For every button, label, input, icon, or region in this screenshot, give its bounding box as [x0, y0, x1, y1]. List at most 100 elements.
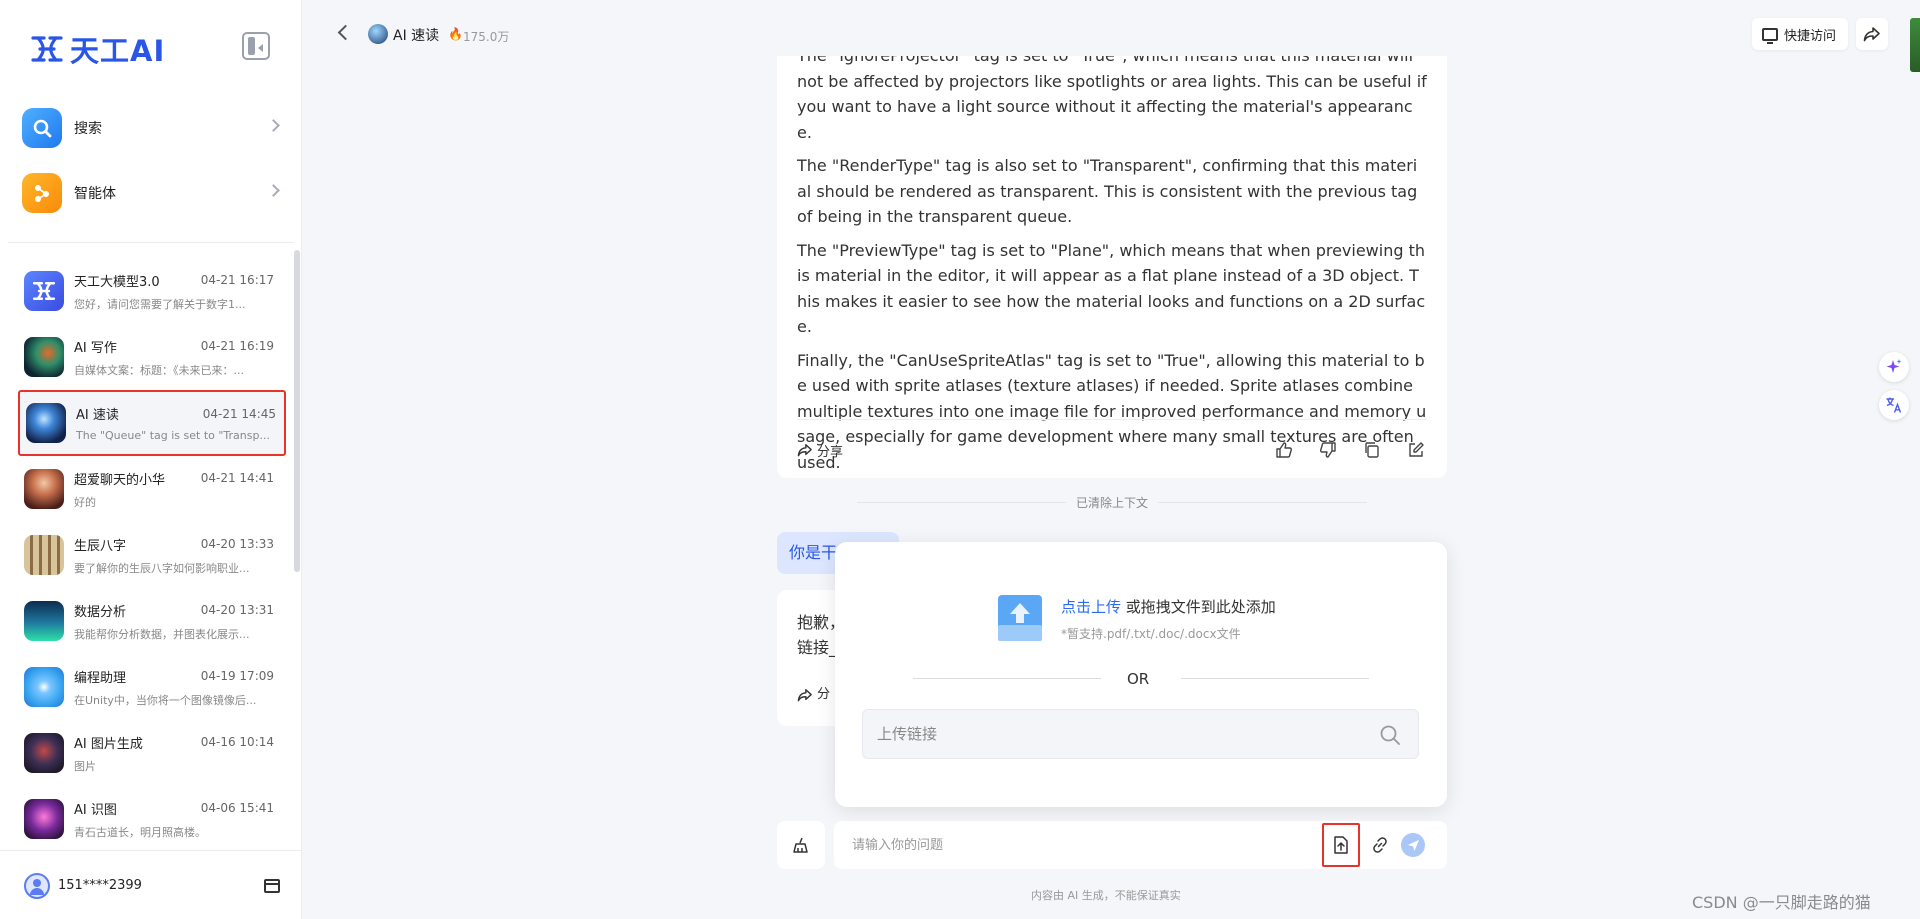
chat-time: 04-21 14:45: [202, 406, 276, 421]
message-text: The "IgnoreProjector" tag is set to "Tru…: [797, 56, 1427, 475]
or-label: OR: [1127, 670, 1150, 688]
chat-preview: 我能帮你分析数据，并图表化展示...: [74, 627, 250, 641]
send-button[interactable]: [1401, 833, 1425, 857]
nav-item-search[interactable]: 搜索: [22, 106, 280, 150]
csdn-watermark: CSDN @一只脚走路的猫: [1692, 893, 1871, 912]
question-input[interactable]: [852, 833, 1292, 857]
chat-preview: 您好，请问您需要了解关于数字1...: [74, 297, 246, 311]
message-paragraph: The "PreviewType" tag is set to "Plane",…: [797, 240, 1426, 337]
monitor-icon: [1762, 27, 1778, 44]
thumbs-down-icon[interactable]: [1317, 439, 1339, 461]
share-message-button[interactable]: 分享: [797, 441, 843, 460]
chat-time: 04-21 14:41: [200, 471, 274, 485]
assistant-message-card: The "IgnoreProjector" tag is set to "Tru…: [777, 56, 1447, 478]
collapse-sidebar-icon[interactable]: [242, 32, 270, 60]
chat-name: AI 写作: [74, 340, 117, 356]
translate-icon[interactable]: [1879, 390, 1909, 420]
search-icon[interactable]: [1379, 724, 1401, 746]
chat-time: 04-21 16:17: [200, 273, 274, 287]
chat-preview: 图片: [74, 759, 96, 773]
chat-preview: The "Queue" tag is set to "Transp...: [76, 429, 270, 442]
chat-preview: 要了解你的生辰八字如何影响职业...: [74, 561, 250, 575]
chat-avatar: [24, 667, 64, 707]
chat-name: AI 图片生成: [74, 736, 143, 752]
sidebar-scrollbar[interactable]: [294, 250, 300, 572]
link-button[interactable]: [1368, 833, 1392, 857]
chat-name: 超爱聊天的小华: [74, 472, 166, 488]
edge-widget: [1910, 18, 1920, 72]
chat-item-tiangong[interactable]: 天工大模型3.0 04-21 16:17 您好，请问您需要了解关于数字1...: [18, 258, 286, 324]
chat-avatar: [24, 469, 64, 509]
nav-item-agent[interactable]: 智能体: [22, 171, 280, 215]
user-bar: 151****2399: [0, 850, 302, 919]
click-upload-link[interactable]: 点击上传: [1061, 598, 1121, 616]
search-icon: [22, 108, 62, 148]
upload-url-input[interactable]: [862, 709, 1419, 759]
upload-file-button[interactable]: [1322, 823, 1360, 867]
upload-popup: 点击上传 或拖拽文件到此处添加 *暂支持.pdf/.txt/.doc/.docx…: [835, 542, 1447, 807]
page-title: AI 速读: [393, 28, 440, 44]
share-label: 分: [817, 687, 831, 702]
copy-icon[interactable]: [1361, 439, 1383, 461]
chevron-right-icon: [267, 184, 280, 197]
window-icon[interactable]: [264, 879, 280, 893]
user-message-text: 你是干: [789, 543, 838, 562]
file-upload-icon: [1334, 836, 1348, 854]
chat-avatar: [24, 733, 64, 773]
chat-item-coding[interactable]: 编程助理 04-19 17:09 在Unity中，当你将一个图像镜像后...: [18, 654, 286, 720]
chat-time: 04-19 17:09: [200, 669, 274, 683]
chat-name: AI 速读: [76, 408, 119, 423]
message-paragraph: The "RenderType" tag is also set to "Tra…: [797, 156, 1418, 226]
logo[interactable]: 天工AI: [30, 28, 165, 70]
share-icon: [797, 444, 812, 457]
chat-preview: 在Unity中，当你将一个图像镜像后...: [74, 693, 257, 707]
tiangong-logo-icon: [31, 36, 63, 62]
chat-item-bazi[interactable]: 生辰八字 04-20 13:33 要了解你的生辰八字如何影响职业...: [18, 522, 286, 588]
chat-time: 04-20 13:31: [200, 603, 274, 617]
link-icon: [1373, 837, 1387, 853]
thumbs-up-icon[interactable]: [1273, 439, 1295, 461]
share-icon: [797, 688, 812, 701]
quick-access-label: 快捷访问: [1784, 28, 1837, 44]
chat-item-ai-writing[interactable]: AI 写作 04-21 16:19 自媒体文案：标题：《未来已来：...: [18, 324, 286, 390]
chat-avatar: [24, 601, 64, 641]
chat-item-image-recognition[interactable]: AI 识图 04-06 15:41 青石古道长，明月照高楼。: [18, 786, 286, 852]
reply-share-button[interactable]: 分: [797, 682, 830, 707]
chat-name: 天工大模型3.0: [74, 274, 160, 290]
chat-item-ai-speed-read[interactable]: AI 速读 04-21 14:45 The "Queue" tag is set …: [18, 390, 286, 456]
chat-item-data-analysis[interactable]: 数据分析 04-20 13:31 我能帮你分析数据，并图表化展示...: [18, 588, 286, 654]
share-label: 分享: [817, 444, 844, 460]
upload-drag-text: 或拖拽文件到此处添加: [1121, 598, 1276, 616]
chat-preview: 自媒体文案：标题：《未来已来：...: [74, 363, 244, 377]
chat-item-xiaohua[interactable]: 超爱聊天的小华 04-21 14:41 好的: [18, 456, 286, 522]
or-divider-right: [1181, 678, 1369, 679]
sidebar-divider: [8, 242, 294, 243]
back-arrow-icon[interactable]: [337, 24, 354, 41]
chat-time: 04-20 13:33: [200, 537, 274, 551]
quick-access-button[interactable]: 快捷访问: [1752, 18, 1848, 50]
sparkle-icon[interactable]: [1879, 352, 1909, 382]
chat-time: 04-06 15:41: [200, 801, 274, 815]
chat-name: 生辰八字: [74, 538, 127, 554]
share-button[interactable]: [1856, 18, 1888, 50]
user-avatar-icon[interactable]: [24, 873, 50, 899]
card-divider: [797, 419, 1427, 420]
broom-icon: [793, 837, 808, 853]
message-actions: 分享: [797, 434, 1427, 466]
upload-file-icon[interactable]: [998, 595, 1042, 641]
chat-item-image-gen[interactable]: AI 图片生成 04-16 10:14 图片: [18, 720, 286, 786]
chat-avatar: [26, 403, 66, 443]
context-cleared-label: 已清除上下文: [1066, 494, 1159, 511]
or-divider-left: [913, 678, 1101, 679]
chat-name: 编程助理: [74, 670, 127, 686]
user-name: 151****2399: [58, 878, 142, 893]
clear-context-button[interactable]: [777, 821, 825, 869]
edit-icon[interactable]: [1405, 439, 1427, 461]
agent-icon: [22, 173, 62, 213]
chat-name: 数据分析: [74, 604, 127, 620]
send-icon: [1407, 839, 1419, 851]
upload-file-types-hint: *暂支持.pdf/.txt/.doc/.docx文件: [1061, 627, 1241, 641]
upload-instruction: 点击上传 或拖拽文件到此处添加: [1061, 596, 1276, 617]
header-avatar: [368, 24, 388, 44]
chat-input-bar: [834, 821, 1447, 869]
